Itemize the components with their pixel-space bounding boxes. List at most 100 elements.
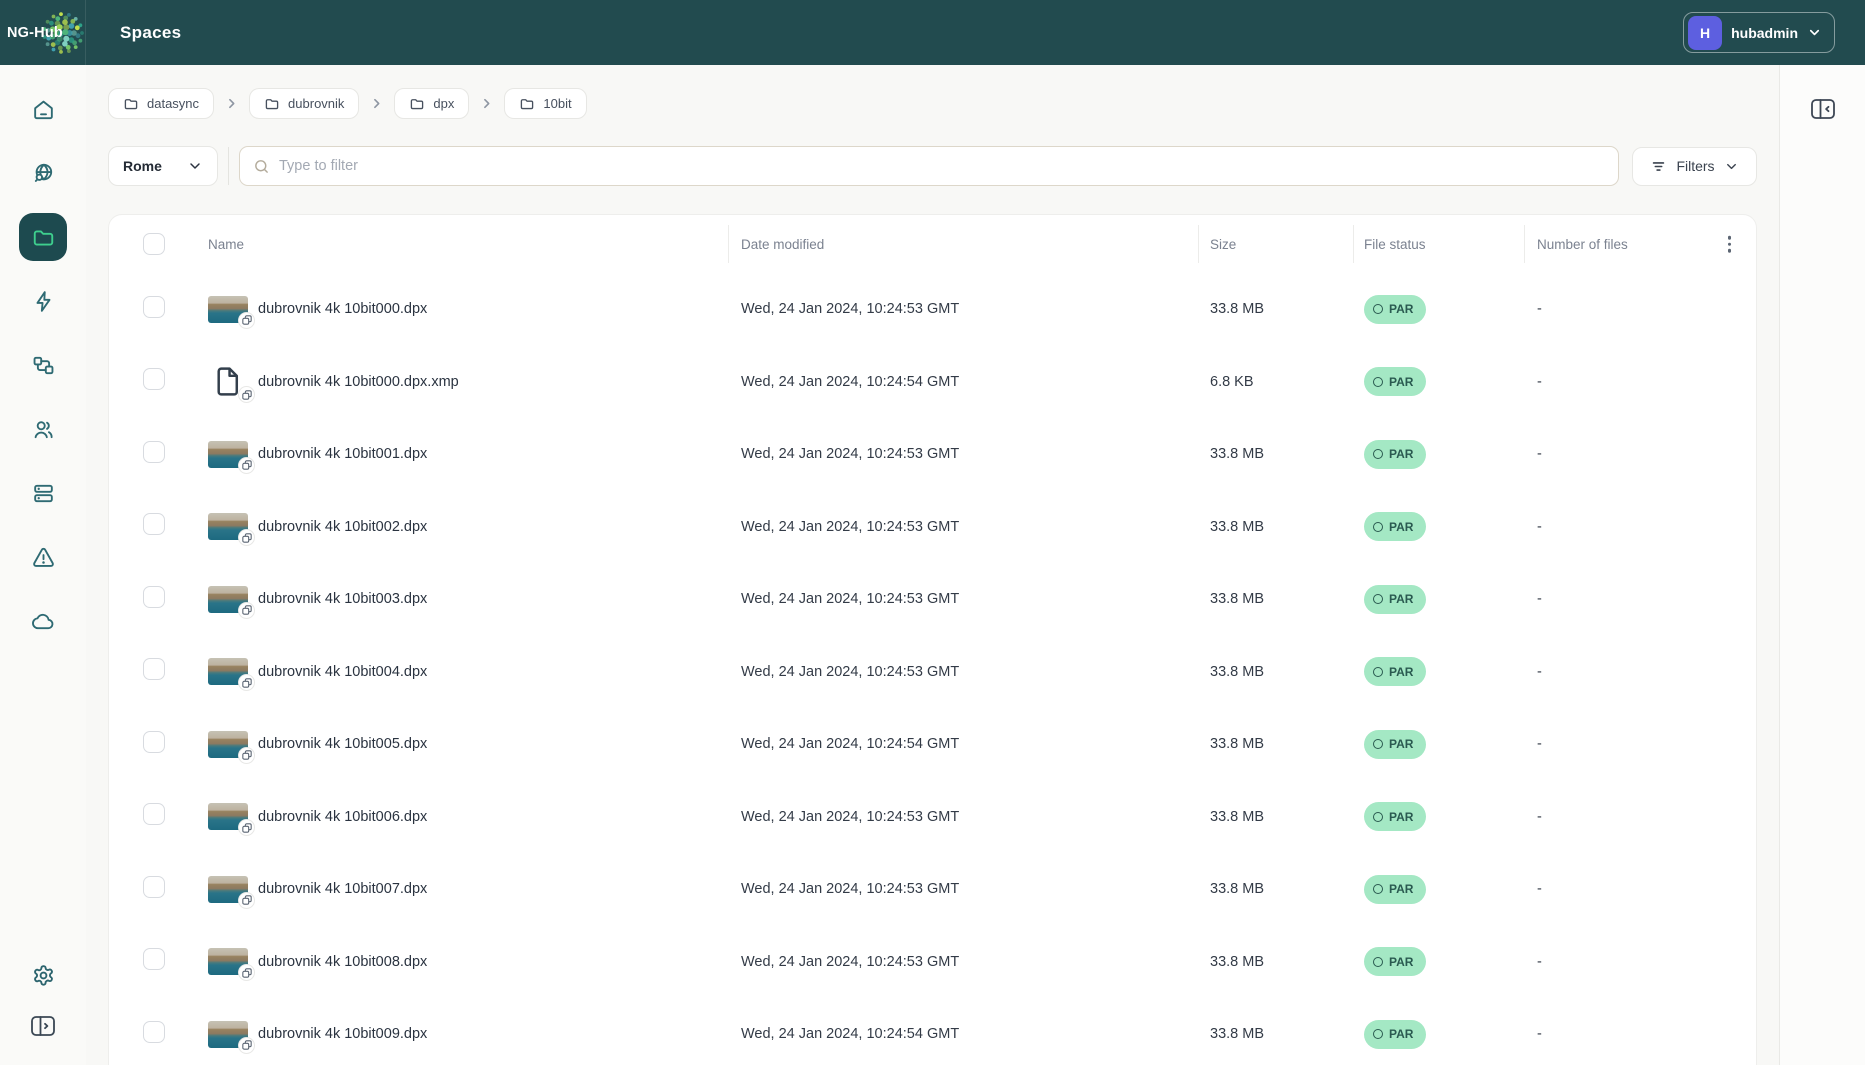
file-name: dubrovnik 4k 10bit003.dpx bbox=[258, 591, 428, 608]
breadcrumb-item-datasync[interactable]: datasync bbox=[108, 88, 215, 119]
sidebar-item-globe-search[interactable] bbox=[19, 149, 67, 197]
status-label: PAR bbox=[1389, 302, 1414, 317]
row-checkbox[interactable] bbox=[143, 658, 165, 681]
table-row[interactable]: dubrovnik 4k 10bit007.dpx Wed, 24 Jan 202… bbox=[109, 853, 1756, 926]
file-icon-wrap bbox=[208, 803, 255, 837]
row-checkbox[interactable] bbox=[143, 875, 165, 898]
file-count: - bbox=[1537, 736, 1542, 753]
filters-button[interactable]: Filters bbox=[1632, 146, 1757, 186]
file-modified: Wed, 24 Jan 2024, 10:24:54 GMT bbox=[741, 736, 960, 753]
sidebar-item-cloud[interactable] bbox=[19, 597, 67, 645]
file-modified: Wed, 24 Jan 2024, 10:24:53 GMT bbox=[741, 446, 960, 463]
breadcrumb-separator bbox=[480, 97, 493, 110]
search-icon bbox=[255, 159, 268, 173]
panel-collapse-button[interactable] bbox=[1810, 96, 1836, 124]
select-all-checkbox[interactable] bbox=[143, 233, 165, 255]
status-badge: PAR bbox=[1364, 439, 1427, 469]
versions-badge-icon bbox=[238, 674, 255, 692]
column-header-date-modified[interactable]: Date modified bbox=[741, 237, 824, 252]
file-table-card: Name Date modified Size File status Numb… bbox=[108, 214, 1757, 1065]
file-size: 33.8 MB bbox=[1210, 881, 1264, 898]
table-row[interactable]: dubrovnik 4k 10bit005.dpx Wed, 24 Jan 202… bbox=[109, 708, 1756, 781]
breadcrumb-item-dubrovnik[interactable]: dubrovnik bbox=[249, 88, 360, 119]
file-name: dubrovnik 4k 10bit000.dpx bbox=[258, 301, 428, 318]
space-selector[interactable]: Rome bbox=[108, 146, 218, 186]
row-checkbox[interactable] bbox=[143, 295, 165, 318]
column-header-name[interactable]: Name bbox=[208, 237, 244, 252]
row-checkbox[interactable] bbox=[143, 513, 165, 536]
logo: NG-Hub bbox=[0, 0, 86, 65]
table-options-button[interactable] bbox=[1724, 232, 1736, 257]
sidebar-item-panel-expand[interactable] bbox=[19, 1009, 67, 1043]
sidebar-item-alert-triangle[interactable] bbox=[19, 533, 67, 581]
cloud-icon bbox=[31, 613, 53, 629]
search-input[interactable] bbox=[279, 158, 1605, 174]
file-name: dubrovnik 4k 10bit002.dpx bbox=[258, 518, 428, 535]
column-header-size[interactable]: Size bbox=[1210, 237, 1236, 252]
table-row[interactable]: dubrovnik 4k 10bit001.dpx Wed, 24 Jan 202… bbox=[109, 418, 1756, 491]
file-name: dubrovnik 4k 10bit001.dpx bbox=[258, 446, 428, 463]
file-name: dubrovnik 4k 10bit008.dpx bbox=[258, 953, 428, 970]
sidebar-item-folder[interactable] bbox=[19, 213, 67, 261]
table-row[interactable]: dubrovnik 4k 10bit004.dpx Wed, 24 Jan 202… bbox=[109, 636, 1756, 709]
workflow-icon bbox=[33, 356, 53, 374]
sidebar-item-zap[interactable] bbox=[19, 277, 67, 325]
status-label: PAR bbox=[1389, 664, 1414, 679]
sidebar-item-home[interactable] bbox=[19, 85, 67, 133]
status-icon bbox=[1373, 376, 1383, 387]
table-row[interactable]: dubrovnik 4k 10bit000.dpx.xmp Wed, 24 Jan… bbox=[109, 346, 1756, 419]
row-checkbox[interactable] bbox=[143, 440, 165, 463]
breadcrumb-item-10bit[interactable]: 10bit bbox=[504, 88, 587, 119]
chevron-right-icon bbox=[484, 98, 490, 109]
table-row[interactable]: dubrovnik 4k 10bit000.dpx Wed, 24 Jan 202… bbox=[109, 273, 1756, 346]
status-badge: PAR bbox=[1364, 874, 1427, 904]
column-header-number-of-files[interactable]: Number of files bbox=[1537, 237, 1628, 252]
row-checkbox[interactable] bbox=[143, 1020, 165, 1043]
file-icon-wrap bbox=[208, 585, 255, 619]
breadcrumb-item-dpx[interactable]: dpx bbox=[394, 88, 470, 119]
status-label: PAR bbox=[1389, 737, 1414, 752]
folder-icon bbox=[411, 98, 424, 109]
zap-icon bbox=[36, 290, 50, 312]
column-header-file-status[interactable]: File status bbox=[1364, 237, 1426, 252]
folder-icon bbox=[265, 98, 279, 109]
logo-text: NG-Hub bbox=[7, 24, 63, 41]
row-checkbox[interactable] bbox=[143, 585, 165, 608]
file-count: - bbox=[1537, 953, 1542, 970]
file-count: - bbox=[1537, 808, 1542, 825]
user-menu[interactable]: H hubadmin bbox=[1683, 12, 1835, 53]
breadcrumb-label: datasync bbox=[147, 96, 200, 111]
table-row[interactable]: dubrovnik 4k 10bit008.dpx Wed, 24 Jan 202… bbox=[109, 926, 1756, 999]
sidebar-item-gear[interactable] bbox=[19, 958, 67, 992]
table-row[interactable]: dubrovnik 4k 10bit006.dpx Wed, 24 Jan 202… bbox=[109, 781, 1756, 854]
globe-search-icon bbox=[34, 163, 52, 182]
table-row[interactable]: dubrovnik 4k 10bit009.dpx Wed, 24 Jan 202… bbox=[109, 998, 1756, 1065]
sidebar-item-server[interactable] bbox=[19, 469, 67, 517]
status-label: PAR bbox=[1389, 519, 1414, 534]
sidebar-bottom bbox=[0, 958, 86, 1043]
row-checkbox[interactable] bbox=[143, 948, 165, 971]
sidebar-item-workflow[interactable] bbox=[19, 341, 67, 389]
filters-label: Filters bbox=[1676, 158, 1715, 174]
row-checkbox[interactable] bbox=[143, 368, 165, 391]
status-label: PAR bbox=[1389, 447, 1414, 462]
file-size: 33.8 MB bbox=[1210, 736, 1264, 753]
table-row[interactable]: dubrovnik 4k 10bit003.dpx Wed, 24 Jan 202… bbox=[109, 563, 1756, 636]
table-row[interactable]: dubrovnik 4k 10bit002.dpx Wed, 24 Jan 202… bbox=[109, 491, 1756, 564]
avatar: H bbox=[1688, 15, 1723, 50]
versions-badge-icon bbox=[238, 601, 255, 619]
row-checkbox[interactable] bbox=[143, 730, 165, 753]
search-box[interactable] bbox=[239, 146, 1619, 186]
versions-badge-icon bbox=[238, 819, 255, 837]
file-modified: Wed, 24 Jan 2024, 10:24:53 GMT bbox=[741, 881, 960, 898]
breadcrumb-label: dpx bbox=[433, 96, 455, 111]
file-size: 33.8 MB bbox=[1210, 663, 1264, 680]
file-size: 33.8 MB bbox=[1210, 591, 1264, 608]
sidebar-item-users[interactable] bbox=[19, 405, 67, 453]
file-count: - bbox=[1537, 591, 1542, 608]
file-size: 33.8 MB bbox=[1210, 1026, 1264, 1043]
space-selector-label: Rome bbox=[123, 158, 162, 174]
row-checkbox[interactable] bbox=[143, 803, 165, 826]
status-label: PAR bbox=[1389, 954, 1414, 969]
file-modified: Wed, 24 Jan 2024, 10:24:53 GMT bbox=[741, 301, 960, 318]
